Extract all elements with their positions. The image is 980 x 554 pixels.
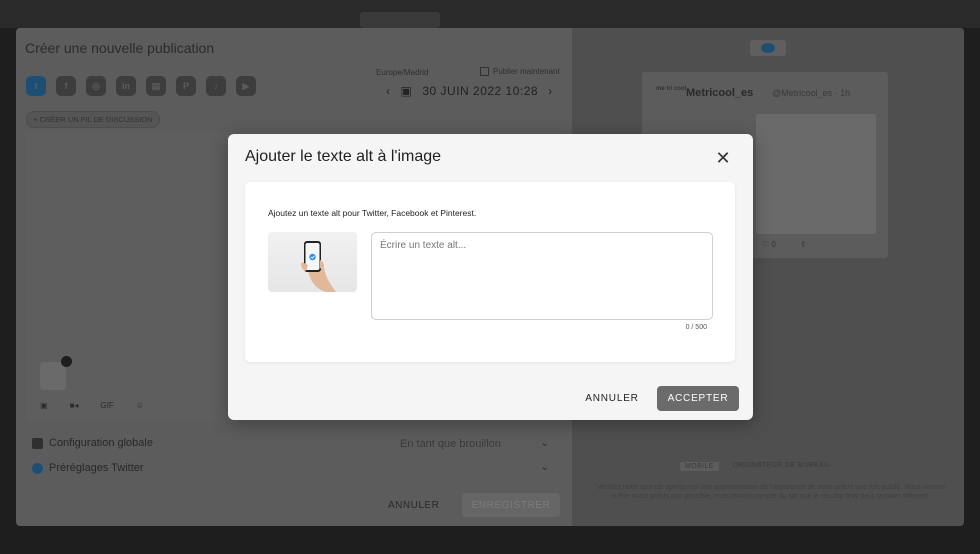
account-name: Metricool_es [686,87,754,99]
image-thumbnail [268,232,357,292]
publish-date[interactable]: 30 JUIN 2022 10:28 [422,84,538,98]
device-switch: MOBILE ORDINATEUR DE BUREAU [680,462,829,471]
chevron-right-icon[interactable]: › [548,84,553,98]
twitter-icon [761,43,775,53]
checkbox-icon [480,67,489,76]
char-counter: 0 / 500 [685,324,707,331]
accept-button[interactable]: ACCEPTER [657,386,739,411]
gif-icon[interactable]: GIF [100,401,113,410]
date-navigator: ‹ ▣ 30 JUIN 2022 10:28 › [386,84,553,98]
share-icon: ⇪ [799,240,807,249]
account-handle: @Metricool_es · 1h [772,88,851,98]
hand-phone-image-icon [301,241,336,292]
pinterest-icon[interactable]: P [176,76,196,96]
chevron-left-icon[interactable]: ‹ [386,84,391,98]
google-business-icon[interactable]: ▤ [146,76,166,96]
close-icon[interactable]: ✕ [712,147,734,169]
emoji-icon[interactable]: ☺ [136,401,144,410]
image-icon[interactable]: ▣ [40,401,48,410]
youtube-icon[interactable]: ▶ [236,76,256,96]
account-logo: me tri cool [656,86,687,92]
timezone-label[interactable]: Europe/Madrid [376,68,428,77]
calendar-icon: ▣ [400,84,413,98]
alt-text-modal: Ajouter le texte alt à l'image ✕ Ajoutez… [228,134,753,420]
save-post-button[interactable]: ENREGISTRER [462,493,560,517]
publish-now-label: Publier maintenant [493,67,560,76]
gear-icon [32,437,43,449]
chevron-down-icon[interactable]: ⌄ [540,436,549,449]
global-config-label: Configuration globale [49,437,153,449]
cancel-post-button[interactable]: ANNULER [388,500,439,511]
media-toolbar: ▣ ■◂ GIF ☺ [40,401,144,410]
app-topbar [0,0,980,28]
cancel-button[interactable]: ANNULER [580,386,644,410]
topbar-pill [360,12,440,28]
draft-label[interactable]: En tant que brouillon [400,438,501,450]
alt-text-card: Ajoutez un texte alt pour Twitter, Faceb… [245,182,735,362]
modal-description: Ajoutez un texte alt pour Twitter, Faceb… [268,208,477,218]
desktop-toggle[interactable]: ORDINATEUR DE BUREAU [733,462,830,471]
instagram-icon[interactable]: ◎ [86,76,106,96]
video-icon[interactable]: ■◂ [70,401,79,410]
twitter-presets-label: Préréglages Twitter [49,462,144,474]
tweet-actions: ♡ 0 ⇪ [762,240,807,249]
global-config-row[interactable]: Configuration globale [32,437,153,449]
more-options-icon[interactable] [61,356,72,367]
likes-count: ♡ 0 [762,240,776,249]
preview-tab-twitter[interactable] [750,40,786,56]
tiktok-icon[interactable]: ♪ [206,76,226,96]
chevron-down-icon[interactable]: ⌄ [540,460,549,473]
publish-now-checkbox[interactable]: Publier maintenant [480,67,560,76]
panel-title: Créer une nouvelle publication [25,40,215,56]
mobile-toggle[interactable]: MOBILE [680,462,719,471]
linkedin-icon[interactable]: in [116,76,136,96]
modal-title: Ajouter le texte alt à l'image [245,148,442,165]
tweet-image [756,114,876,234]
network-selector: t f ◎ in ▤ P ♪ ▶ [26,76,256,96]
preview-disclaimer: Veuillez noter que cet aperçu est une ap… [596,484,946,500]
facebook-icon[interactable]: f [56,76,76,96]
twitter-presets-row[interactable]: Préréglages Twitter [32,462,144,474]
create-thread-button[interactable]: + CRÉER UN FIL DE DISCUSSION [26,111,160,128]
twitter-icon[interactable]: t [26,76,46,96]
alt-text-input[interactable] [371,232,713,320]
twitter-icon [32,462,43,474]
attached-image-thumb[interactable] [40,356,72,390]
